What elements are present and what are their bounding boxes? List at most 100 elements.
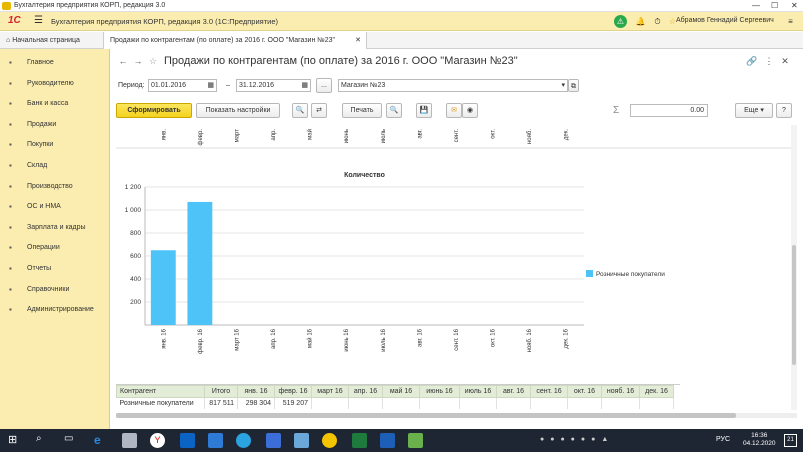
chevron-down-icon[interactable]: ▾ — [561, 80, 565, 91]
settings-icon[interactable]: ≡ — [784, 15, 797, 28]
sum-value-field: 0.00 — [630, 104, 708, 117]
excel-icon[interactable] — [352, 433, 367, 448]
x-tick-label: янв. 16 — [161, 328, 167, 348]
sidebar-item[interactable]: ▪ Склад — [0, 156, 110, 176]
date-from-field[interactable]: 01.01.2016 ▦ — [148, 79, 217, 92]
language-indicator[interactable]: РУС — [716, 436, 730, 443]
sidebar-item[interactable]: ▪ Операции — [0, 238, 110, 258]
table-cell — [530, 397, 568, 409]
minimize-button[interactable]: — — [752, 0, 760, 12]
column-header[interactable]: Контрагент — [116, 385, 205, 398]
report-table: Контрагент Итого янв. 16 февр. 16 март 16 апр… — [116, 384, 680, 414]
show-settings-button[interactable]: Показать настройки — [196, 103, 280, 118]
app-icon[interactable] — [266, 433, 281, 448]
horizontal-scrollbar[interactable] — [116, 413, 797, 418]
forward-arrow-icon[interactable]: → — [131, 54, 145, 68]
sidebar-item[interactable]: ▪ Продажи — [0, 115, 110, 135]
task-view-icon[interactable]: ▭ — [64, 433, 79, 448]
windows-start-icon[interactable]: ⊞ — [8, 433, 23, 448]
clock[interactable]: 16:36 04.12.2020 — [743, 432, 776, 448]
table-cell: Розничные покупатели — [116, 397, 205, 409]
vertical-scrollbar[interactable] — [791, 125, 797, 410]
column-header[interactable]: март 16 — [311, 385, 349, 398]
period-select-button[interactable]: ... — [316, 78, 332, 93]
column-header[interactable]: нояб. 16 — [601, 385, 640, 398]
date-to-field[interactable]: 31.12.2016 ▦ — [236, 79, 311, 92]
app-logo-icon — [2, 2, 11, 10]
tab-home[interactable]: ⌂ Начальная страница — [0, 32, 103, 49]
close-window-button[interactable]: ✕ — [791, 0, 798, 12]
sidebar-item[interactable]: ▪ Отчеты — [0, 259, 110, 279]
notification-center-icon[interactable]: 21 — [784, 434, 797, 447]
search-taskbar-icon[interactable]: ⌕ — [36, 433, 51, 448]
vertical-scrollbar-thumb[interactable] — [792, 245, 796, 365]
sidebar-item[interactable]: ▪ Покупки — [0, 135, 110, 155]
settings-small-icon[interactable]: ◉ — [462, 103, 478, 118]
teamviewer-icon[interactable] — [380, 433, 395, 448]
history-icon[interactable]: ⏱ — [651, 15, 664, 28]
clock-date: 04.12.2020 — [743, 440, 776, 447]
column-header[interactable]: апр. 16 — [348, 385, 383, 398]
organization-field[interactable]: Магазин №23 ▾ — [338, 79, 568, 92]
table-cell — [601, 397, 640, 409]
calendar-icon[interactable]: ▦ — [207, 80, 214, 91]
horizontal-scrollbar-thumb[interactable] — [116, 413, 736, 418]
user-name[interactable]: Абрамов Геннадий Сергеевич — [676, 17, 774, 24]
column-header[interactable]: сент. 16 — [530, 385, 568, 398]
column-header[interactable]: янв. 16 — [237, 385, 275, 398]
1c-taskbar-icon[interactable] — [322, 433, 337, 448]
column-header[interactable]: июль 16 — [459, 385, 497, 398]
sidebar-item[interactable]: ▪ Банк и касса — [0, 94, 110, 114]
print-button[interactable]: Печать — [342, 103, 382, 118]
table-row[interactable]: Розничные покупатели 817 511 298 304 519 20… — [116, 397, 674, 409]
column-header[interactable]: окт. 16 — [567, 385, 602, 398]
sidebar-item[interactable]: ▪ Руководителю — [0, 74, 110, 94]
calendar-icon[interactable]: ▦ — [301, 80, 308, 91]
more-menu-icon[interactable]: ⋮ — [762, 54, 776, 68]
outlook-icon[interactable] — [180, 433, 195, 448]
android-icon[interactable] — [408, 433, 423, 448]
sidebar-item[interactable]: ▪ Производство — [0, 177, 110, 197]
y-tick-label: 1 200 — [125, 184, 142, 191]
calendar-app-icon[interactable] — [208, 433, 223, 448]
menu-icon[interactable]: ☰ — [34, 15, 43, 26]
search-replace-icon[interactable]: ⇄ — [311, 103, 327, 118]
system-tray-icons[interactable]: ●●●●●●▲ — [540, 436, 690, 445]
notifications-icon[interactable]: ⚠ — [614, 15, 627, 28]
explorer-icon[interactable] — [122, 433, 137, 448]
open-organization-button[interactable]: ⧉ — [568, 79, 579, 92]
column-header[interactable]: июнь 16 — [419, 385, 460, 398]
edge-icon[interactable]: e — [94, 433, 109, 448]
link-icon[interactable]: 🔗 — [745, 54, 759, 68]
sidebar-item[interactable]: ▪ Справочники — [0, 280, 110, 300]
favorite-star-icon[interactable]: ☆ — [146, 54, 160, 68]
bell-icon[interactable]: 🔔 — [634, 15, 647, 28]
preview-icon[interactable]: 🔍 — [386, 103, 402, 118]
rdp-icon[interactable] — [294, 433, 309, 448]
save-icon[interactable]: 💾 — [416, 103, 432, 118]
generate-button[interactable]: Сформировать — [116, 103, 192, 118]
sidebar-item[interactable]: ▪ Администрирование — [0, 300, 110, 320]
back-arrow-icon[interactable]: ← — [116, 54, 130, 68]
sidebar-item[interactable]: ▪ Главное — [0, 53, 110, 73]
operations-icon: ▪ — [9, 243, 12, 253]
more-button[interactable]: Еще ▾ — [735, 103, 773, 118]
help-button[interactable]: ? — [776, 103, 792, 118]
column-header[interactable]: дек. 16 — [639, 385, 674, 398]
maximize-button[interactable]: ☐ — [771, 0, 778, 12]
search-icon[interactable]: 🔍 — [292, 103, 308, 118]
column-header[interactable]: авг. 16 — [496, 385, 531, 398]
table-cell — [419, 397, 460, 409]
column-header[interactable]: май 16 — [382, 385, 420, 398]
yandex-icon[interactable]: Y — [150, 433, 165, 448]
close-form-icon[interactable]: ✕ — [778, 54, 792, 68]
sidebar-item[interactable]: ▪ ОС и НМА — [0, 197, 110, 217]
email-icon[interactable]: ✉ — [446, 103, 462, 118]
column-header[interactable]: февр. 16 — [274, 385, 312, 398]
telegram-icon[interactable] — [236, 433, 251, 448]
column-header[interactable]: Итого — [204, 385, 238, 398]
tab-report[interactable]: Продажи по контрагентам (по оплате) за 2… — [103, 32, 367, 49]
sidebar-item[interactable]: ▪ Зарплата и кадры — [0, 218, 110, 238]
close-tab-icon[interactable]: ✕ — [355, 32, 361, 49]
legend-swatch — [586, 270, 593, 277]
